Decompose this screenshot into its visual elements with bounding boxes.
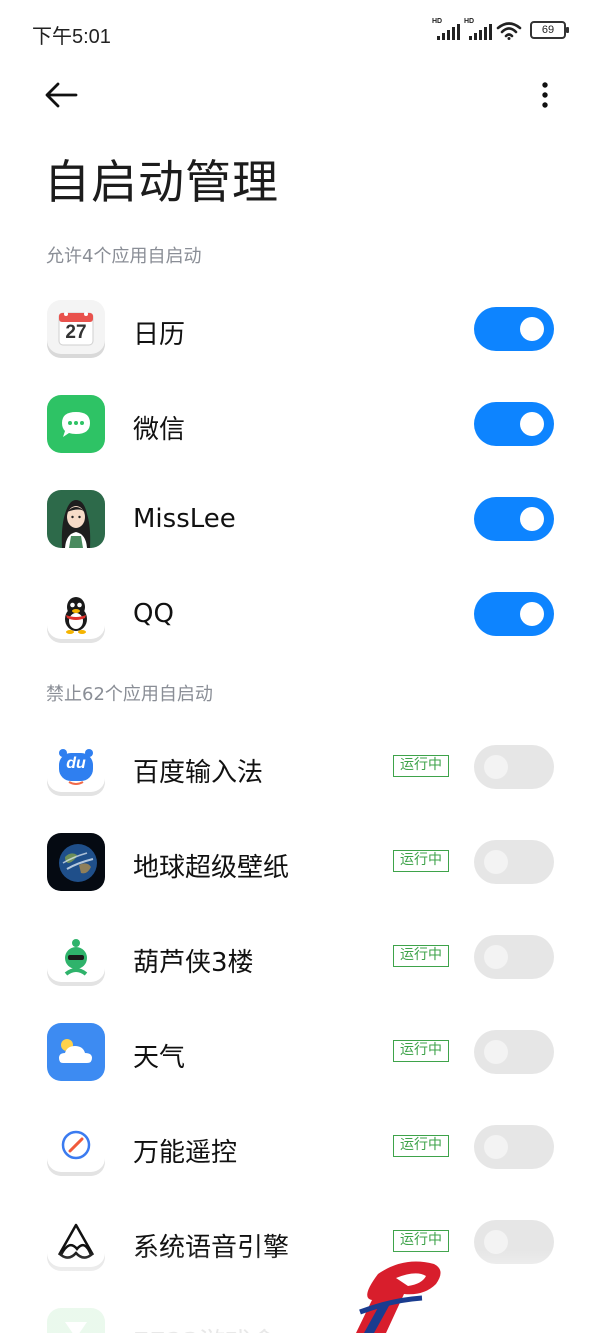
running-badge: 运行中 [393, 850, 449, 872]
app-row-tts-engine[interactable]: 系统语音引擎 运行中 [0, 1201, 600, 1291]
autostart-toggle[interactable] [474, 745, 554, 789]
game-box-app-icon [47, 1308, 105, 1333]
app-name: 系统语音引擎 [133, 1233, 290, 1263]
app-name: 百度输入法 [133, 758, 264, 788]
app-name: QQ [133, 599, 174, 629]
weather-app-icon [47, 1023, 105, 1081]
status-icons: HD HD 69 [432, 18, 569, 40]
running-badge: 运行中 [393, 755, 449, 777]
calendar-day-label: 27 [65, 322, 87, 343]
autostart-toggle[interactable] [474, 307, 554, 351]
cellular-signal-icon: HD [432, 18, 460, 40]
back-arrow-icon [45, 82, 78, 108]
battery-icon: 69 [530, 21, 569, 39]
app-row-game-box[interactable]: 7723游戏盒 [0, 1296, 600, 1333]
wechat-app-icon [47, 395, 105, 453]
app-row-remote-control[interactable]: 万能遥控 运行中 [0, 1106, 600, 1196]
baidu-input-app-icon: du [47, 738, 105, 796]
autostart-toggle[interactable] [474, 402, 554, 446]
autostart-toggle[interactable] [474, 497, 554, 541]
section-header-blocked: 禁止62个应用自启动 [46, 684, 213, 705]
status-time: 下午5:01 [32, 26, 111, 48]
app-row-wechat[interactable]: 微信 [0, 383, 600, 473]
wifi-icon [496, 22, 522, 40]
app-name: 7723游戏盒 [133, 1322, 277, 1333]
autostart-toggle[interactable] [474, 935, 554, 979]
more-vertical-icon [542, 82, 548, 108]
misslee-app-icon [47, 490, 105, 548]
autostart-toggle[interactable] [474, 1125, 554, 1169]
section-header-allowed: 允许4个应用自启动 [46, 246, 202, 267]
app-name: 微信 [133, 415, 186, 445]
earth-wallpaper-app-icon [47, 833, 105, 891]
app-name: 万能遥控 [133, 1138, 238, 1168]
running-badge: 运行中 [393, 945, 449, 967]
baidu-logo-text: du [66, 755, 86, 772]
app-name: 日历 [133, 320, 186, 350]
remote-control-app-icon [47, 1118, 105, 1176]
autostart-toggle[interactable] [474, 1030, 554, 1074]
app-row-huluxia[interactable]: 葫芦侠3楼 运行中 [0, 916, 600, 1006]
running-badge: 运行中 [393, 1040, 449, 1062]
watermark-logo [356, 1261, 441, 1333]
qq-app-icon [47, 585, 105, 643]
back-button[interactable] [40, 76, 82, 114]
running-badge: 运行中 [393, 1230, 449, 1252]
cellular-signal-icon: HD [464, 18, 492, 40]
page-title: 自启动管理 [44, 155, 279, 209]
app-row-misslee[interactable]: MissLee [0, 478, 600, 568]
app-row-qq[interactable]: QQ [0, 573, 600, 663]
app-name: MissLee [133, 504, 236, 534]
app-name: 葫芦侠3楼 [133, 948, 254, 978]
tts-engine-app-icon [47, 1213, 105, 1271]
app-row-weather[interactable]: 天气 运行中 [0, 1011, 600, 1101]
calendar-app-icon: 27 [47, 300, 105, 358]
app-name: 天气 [133, 1043, 186, 1073]
running-badge: 运行中 [393, 1135, 449, 1157]
autostart-toggle[interactable] [474, 1220, 554, 1264]
autostart-toggle[interactable] [474, 840, 554, 884]
status-bar: 下午5:01 HD HD 69 [0, 0, 600, 64]
app-name: 地球超级壁纸 [133, 853, 290, 883]
app-row-calendar[interactable]: 27 日历 [0, 288, 600, 378]
more-options-button[interactable] [530, 76, 560, 114]
huluxia-app-icon [47, 928, 105, 986]
autostart-toggle[interactable] [474, 592, 554, 636]
app-row-baidu-input[interactable]: du 百度输入法 运行中 [0, 726, 600, 816]
app-row-earth-wallpaper[interactable]: 地球超级壁纸 运行中 [0, 821, 600, 911]
